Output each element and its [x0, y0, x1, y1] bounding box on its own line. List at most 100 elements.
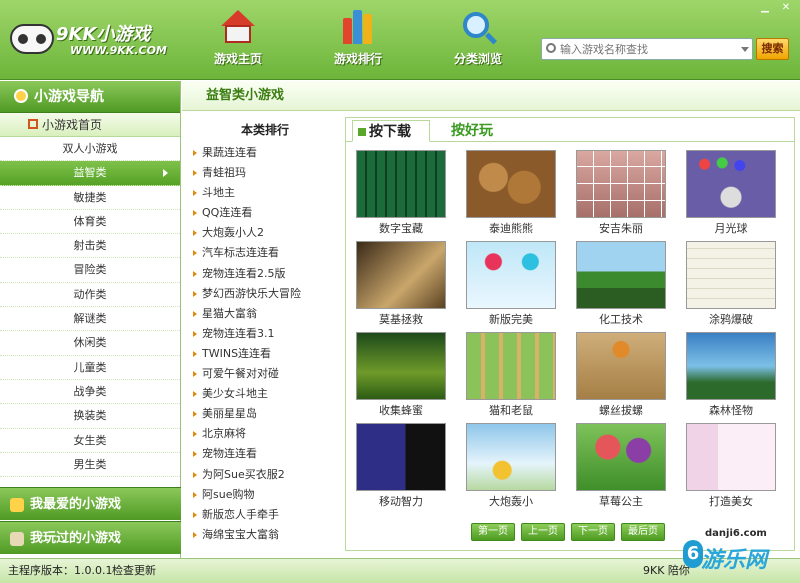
sidebar-item-sports[interactable]: 体育类	[0, 210, 180, 235]
ranking-item[interactable]: QQ连连看	[190, 203, 340, 223]
game-card[interactable]: 移动智力	[356, 423, 446, 511]
tab-by-downloads[interactable]: 按下载	[352, 120, 430, 142]
ranking-item[interactable]: 宠物连连看2.5版	[190, 264, 340, 284]
game-thumbnail[interactable]	[466, 332, 556, 400]
page-title: 益智类小游戏	[182, 81, 800, 111]
nav-game-ranking[interactable]: 游戏排行	[318, 10, 398, 74]
game-card[interactable]: 月光球	[686, 150, 776, 238]
chevron-down-icon[interactable]	[741, 47, 749, 52]
ranking-item[interactable]: 新版恋人手牵手	[190, 505, 340, 525]
prev-page-button[interactable]: 上一页	[521, 523, 565, 541]
first-page-button[interactable]: 第一页	[471, 523, 515, 541]
ranking-item[interactable]: 宠物连连看3.1	[190, 324, 340, 344]
game-card[interactable]: 化工技术	[576, 241, 666, 329]
sidebar-item-kids[interactable]: 儿童类	[0, 356, 180, 380]
home-icon	[219, 10, 257, 44]
game-thumbnail[interactable]	[576, 241, 666, 309]
game-name: 森林怪物	[709, 404, 753, 417]
sidebar-item-shooting[interactable]: 射击类	[0, 234, 180, 259]
check-update-link[interactable]: 检查更新	[112, 559, 156, 583]
game-card[interactable]: 泰迪熊熊	[466, 150, 556, 238]
search-box[interactable]	[541, 38, 753, 60]
sidebar-favorites[interactable]: 我最爱的小游戏	[0, 487, 181, 520]
sidebar-item-adventure[interactable]: 冒险类	[0, 258, 180, 283]
game-thumbnail[interactable]	[356, 241, 446, 309]
game-card[interactable]: 安吉朱丽	[576, 150, 666, 238]
search-button[interactable]: 搜索	[756, 38, 789, 60]
sidebar-played[interactable]: 我玩过的小游戏	[0, 521, 181, 554]
sidebar-item-dressup[interactable]: 换装类	[0, 404, 180, 429]
sidebar-item-war[interactable]: 战争类	[0, 380, 180, 405]
ranking-item[interactable]: 大炮轰小人2	[190, 223, 340, 243]
star-icon	[10, 498, 24, 512]
game-card[interactable]: 草莓公主	[576, 423, 666, 511]
game-thumbnail[interactable]	[686, 332, 776, 400]
ranking-item[interactable]: 星猫大富翁	[190, 304, 340, 324]
game-name: 草莓公主	[599, 495, 643, 508]
game-thumbnail[interactable]	[466, 150, 556, 218]
nav-game-home[interactable]: 游戏主页	[198, 10, 278, 74]
ranking-item[interactable]: 梦幻西游快乐大冒险	[190, 284, 340, 304]
ranking-item[interactable]: 宠物连连看	[190, 444, 340, 464]
game-card[interactable]: 涂鸦爆破	[686, 241, 776, 329]
minimize-icon[interactable]: ▁	[757, 2, 773, 14]
ranking-item[interactable]: TWINS连连看	[190, 344, 340, 364]
sidebar-item-action[interactable]: 动作类	[0, 283, 180, 308]
ranking-item[interactable]: 海绵宝宝大富翁	[190, 525, 340, 545]
sidebar-item-home-label: 小游戏首页	[42, 118, 103, 132]
nav-category-browse[interactable]: 分类浏览	[438, 10, 518, 74]
sidebar-item-mystery[interactable]: 解谜类	[0, 307, 180, 332]
game-card[interactable]: 收集蜂蜜	[356, 332, 446, 420]
game-card[interactable]: 森林怪物	[686, 332, 776, 420]
game-thumbnail[interactable]	[686, 150, 776, 218]
sidebar-item-boys[interactable]: 男生类	[0, 453, 180, 478]
tab-by-fun[interactable]: 按好玩	[451, 120, 493, 142]
ranking-item[interactable]: 美丽星星岛	[190, 404, 340, 424]
game-card[interactable]: 数字宝藏	[356, 150, 446, 238]
status-bar: 主程序版本：1.0.0.1 检查更新 9KK 陪你	[0, 558, 800, 583]
game-thumbnail[interactable]	[576, 423, 666, 491]
game-thumbnail[interactable]	[466, 241, 556, 309]
ranking-item[interactable]: 阿sue购物	[190, 485, 340, 505]
sidebar-item-agility[interactable]: 敏捷类	[0, 186, 180, 210]
ranking-item[interactable]: 汽车标志连连看	[190, 243, 340, 263]
ranking-item[interactable]: 美少女斗地主	[190, 384, 340, 404]
sidebar-item-girls[interactable]: 女生类	[0, 429, 180, 453]
sidebar-played-label: 我玩过的小游戏	[30, 531, 122, 546]
house-icon	[28, 119, 38, 129]
nav-game-home-label: 游戏主页	[213, 52, 262, 66]
sidebar-item-home[interactable]: 小游戏首页	[0, 113, 180, 137]
watermark-brand: 游乐网	[701, 548, 768, 573]
main-content: 益智类小游戏 本类排行 果蔬连连看 青蛙祖玛 斗地主 QQ连连看 大炮轰小人2 …	[182, 81, 800, 558]
game-name: 莫基拯救	[379, 313, 423, 326]
game-thumbnail[interactable]	[576, 332, 666, 400]
game-thumbnail[interactable]	[686, 423, 776, 491]
sidebar-item-two-player[interactable]: 双人小游戏	[0, 137, 180, 162]
game-card[interactable]: 打造美女	[686, 423, 776, 511]
ranking-item[interactable]: 可爱午餐对对碰	[190, 364, 340, 384]
sidebar-favorites-label: 我最爱的小游戏	[30, 497, 122, 512]
game-card[interactable]: 猫和老鼠	[466, 332, 556, 420]
game-card[interactable]: 莫基拯救	[356, 241, 446, 329]
ranking-item[interactable]: 青蛙祖玛	[190, 163, 340, 183]
sidebar-item-casual[interactable]: 休闲类	[0, 331, 180, 356]
ranking-item[interactable]: 果蔬连连看	[190, 143, 340, 163]
sidebar-item-puzzle[interactable]: 益智类	[0, 161, 180, 186]
game-thumbnail[interactable]	[576, 150, 666, 218]
ranking-item[interactable]: 斗地主	[190, 183, 340, 203]
last-page-button[interactable]: 最后页	[621, 523, 665, 541]
next-page-button[interactable]: 下一页	[571, 523, 615, 541]
game-card[interactable]: 新版完美	[466, 241, 556, 329]
ranking-item[interactable]: 为阿Sue买衣服2	[190, 465, 340, 485]
game-name: 化工技术	[599, 313, 643, 326]
ranking-item[interactable]: 北京麻将	[190, 424, 340, 444]
game-thumbnail[interactable]	[466, 423, 556, 491]
close-icon[interactable]: ✕	[778, 2, 794, 14]
game-card[interactable]: 大炮轰小	[466, 423, 556, 511]
game-thumbnail[interactable]	[356, 423, 446, 491]
game-thumbnail[interactable]	[356, 150, 446, 218]
game-thumbnail[interactable]	[686, 241, 776, 309]
game-card[interactable]: 螺丝拔螺	[576, 332, 666, 420]
game-thumbnail[interactable]	[356, 332, 446, 400]
search-input[interactable]	[560, 41, 730, 57]
